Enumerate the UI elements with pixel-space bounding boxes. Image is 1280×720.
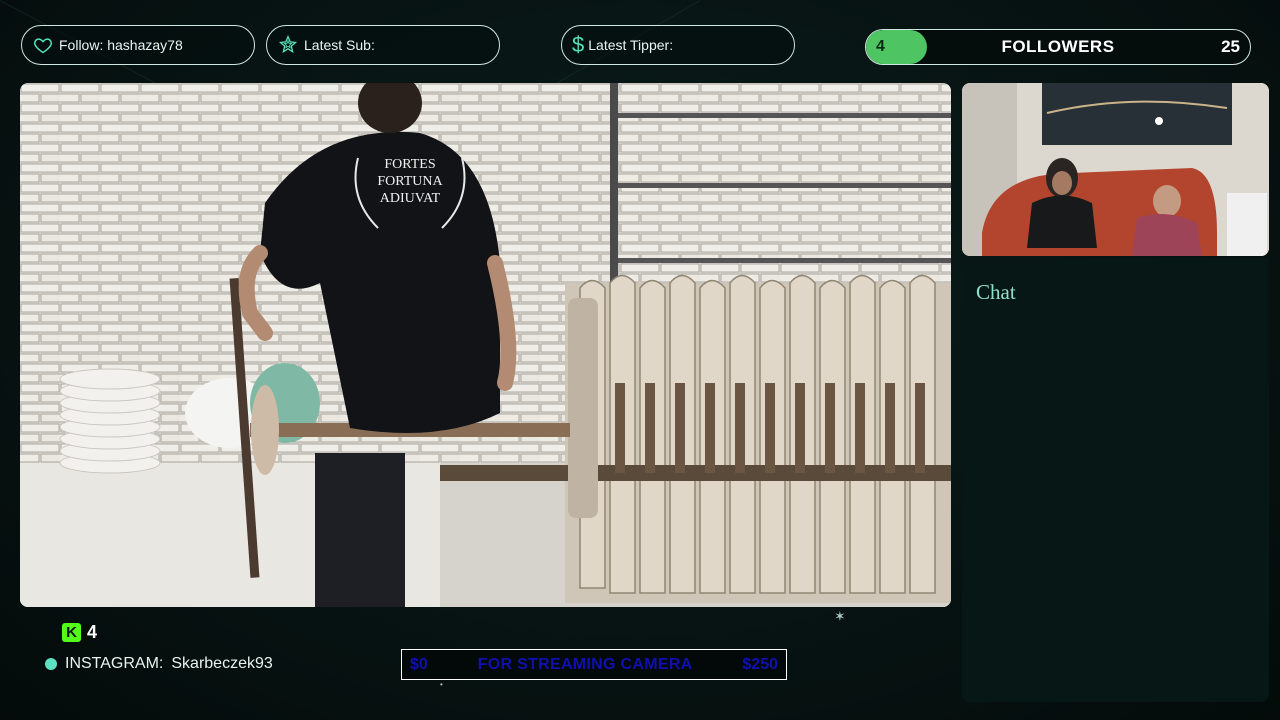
star-icon (277, 34, 299, 56)
sparkle-icon: • (440, 680, 443, 689)
instagram-label: INSTAGRAM: (65, 655, 164, 672)
latest-tipper-label: Latest Tipper: (588, 37, 674, 53)
followers-label: FOLLOWERS (1001, 37, 1115, 56)
instagram-info: INSTAGRAM: Skarbeczek93 (45, 655, 273, 673)
heart-icon (32, 34, 54, 56)
shirt-text-line-1: FORTES (384, 157, 435, 172)
viewer-count: 4 (87, 622, 98, 642)
kick-logo-icon: K (62, 623, 81, 642)
webcam-scene (962, 83, 1269, 256)
shirt-text-line-3: ADIUVAT (380, 191, 441, 206)
main-video-feed: FORTES FORTUNA ADIUVAT (20, 83, 951, 607)
donation-goal-text: FOR STREAMING CAMERA (477, 655, 693, 673)
chat-title: Chat (976, 280, 1016, 304)
latest-tipper-pill: $ Latest Tipper: (561, 25, 795, 65)
donation-goal-end: $250 (742, 655, 778, 673)
webcam-feed (962, 83, 1269, 256)
dollar-icon: $ (572, 32, 585, 57)
follow-pill[interactable]: Follow: hashazay78 (21, 25, 255, 65)
sparkle-icon: ✶ (834, 608, 846, 624)
donation-goal-bar: $0 FOR STREAMING CAMERA $250 (401, 649, 787, 680)
followers-goal-bar: 4 FOLLOWERS 25 (865, 29, 1251, 65)
instagram-handle: Skarbeczek93 (171, 655, 273, 672)
latest-sub-label: Latest Sub: (304, 37, 375, 53)
shirt-text-line-2: FORTUNA (377, 174, 443, 189)
status-dot-icon (45, 658, 57, 670)
chat-panel[interactable]: Chat (962, 258, 1269, 702)
kick-viewer-count: K 4 (62, 622, 97, 643)
followers-goal-target: 25 (1221, 37, 1240, 56)
follow-label: Follow: hashazay78 (59, 37, 183, 53)
donation-goal-start: $0 (410, 655, 428, 673)
latest-sub-pill: Latest Sub: (266, 25, 500, 65)
video-scene: FORTES FORTUNA ADIUVAT (20, 83, 951, 607)
